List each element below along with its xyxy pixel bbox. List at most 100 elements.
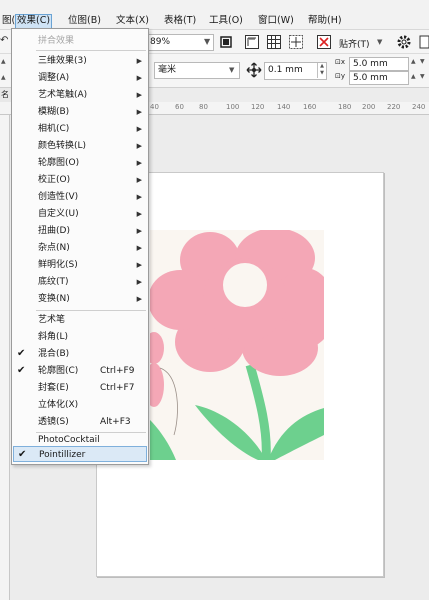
spin-down-icon[interactable]: ▼ xyxy=(420,73,425,80)
menu-item-label: 底纹(T) xyxy=(38,277,69,287)
snap-off-icon[interactable] xyxy=(316,34,332,50)
menu-item-color-transform[interactable]: 颜色转换(L) ▶ xyxy=(12,138,148,154)
menu-item-label: 透镜(S) xyxy=(38,417,69,427)
menu-item-transform[interactable]: 变换(N) ▶ xyxy=(12,291,148,307)
ruler-tick-label: 80 xyxy=(199,103,208,111)
menu-item-custom[interactable]: 自定义(U) ▶ xyxy=(12,206,148,222)
menu-item-label: 校正(O) xyxy=(38,175,71,185)
flower-center xyxy=(223,263,267,307)
submenu-arrow-icon: ▶ xyxy=(136,125,142,133)
menu-item-tools[interactable]: 工具(O) xyxy=(207,14,245,29)
menu-separator xyxy=(36,310,146,311)
menu-item-label: 自定义(U) xyxy=(38,209,79,219)
menu-item-contour-tool[interactable]: ✔ 轮廓图(C) Ctrl+F9 xyxy=(12,363,148,379)
menu-item-label: Pointillizer xyxy=(39,450,86,460)
nudge-spinner[interactable]: ▲ ▼ xyxy=(317,63,326,78)
menu-item-bitmaps[interactable]: 位图(B) xyxy=(66,14,103,29)
submenu-arrow-icon: ▶ xyxy=(136,57,142,65)
units-select[interactable]: 毫米 xyxy=(154,62,240,79)
spin-up-icon[interactable]: ▲ xyxy=(1,58,6,65)
undo-icon[interactable]: ↶ xyxy=(0,35,8,46)
menu-item-blur[interactable]: 模糊(B) ▶ xyxy=(12,104,148,120)
menu-item-envelope[interactable]: 封套(E) Ctrl+F7 xyxy=(12,380,148,396)
ruler-tick-label: 240 xyxy=(412,103,426,111)
submenu-arrow-icon: ▶ xyxy=(136,91,142,99)
menu-item-label: 封套(E) xyxy=(38,383,69,393)
menu-item-label: 相机(C) xyxy=(38,124,70,134)
ruler-tick-label: 200 xyxy=(362,103,376,111)
options-gear-icon[interactable] xyxy=(396,34,412,50)
chevron-down-icon[interactable]: ▼ xyxy=(377,38,382,46)
submenu-arrow-icon: ▶ xyxy=(136,210,142,218)
menu-item-blend[interactable]: ✔ 混合(B) xyxy=(12,346,148,362)
menu-item-creative[interactable]: 创造性(V) ▶ xyxy=(12,189,148,205)
checkmark-icon: ✔ xyxy=(18,449,27,460)
menu-item-table[interactable]: 表格(T) xyxy=(162,14,198,29)
menu-item-label: 颜色转换(L) xyxy=(38,141,87,151)
flower-artwork[interactable] xyxy=(150,230,324,460)
menu-item-extrude[interactable]: 立体化(X) xyxy=(12,397,148,413)
submenu-arrow-icon: ▶ xyxy=(136,159,142,167)
menu-item-text[interactable]: 文本(X) xyxy=(114,14,151,29)
menu-item-label: 三维效果(3) xyxy=(38,56,87,66)
submenu-arrow-icon: ▶ xyxy=(136,193,142,201)
duplicate-x-field[interactable]: 5.0 mm xyxy=(349,57,409,71)
chevron-down-icon[interactable]: ▼ xyxy=(229,66,234,74)
units-value: 毫米 xyxy=(158,65,177,75)
ruler-tick-label: 160 xyxy=(303,103,317,111)
menu-item-bevel[interactable]: 斜角(L) xyxy=(12,329,148,345)
duplicate-x-value: 5.0 mm xyxy=(353,59,388,69)
menu-item-adjust[interactable]: 调整(A) ▶ xyxy=(12,70,148,86)
menu-item-label: 轮廓图(C) xyxy=(38,366,79,376)
menu-item-window[interactable]: 窗口(W) xyxy=(256,14,296,29)
show-rulers-icon[interactable] xyxy=(244,34,260,50)
duplicate-y-field[interactable]: 5.0 mm xyxy=(349,71,409,85)
menu-item-label: 斜角(L) xyxy=(38,332,69,342)
menu-item-artistic-media[interactable]: 艺术笔 xyxy=(12,312,148,328)
effects-menu: 拼合效果 三维效果(3) ▶ 调整(A) ▶ 艺术笔触(A) ▶ 模糊(B) ▶… xyxy=(11,28,149,465)
show-guidelines-icon[interactable] xyxy=(288,34,304,50)
spin-down-icon[interactable]: ▼ xyxy=(420,58,425,65)
launch-icon[interactable] xyxy=(419,34,429,50)
menu-item-noise[interactable]: 杂点(N) ▶ xyxy=(12,240,148,256)
menu-item-label: 杂点(N) xyxy=(38,243,70,253)
submenu-arrow-icon: ▶ xyxy=(136,74,142,82)
checkmark-icon: ✔ xyxy=(17,365,26,376)
spin-down-icon[interactable]: ▲ xyxy=(1,74,6,81)
show-grid-icon[interactable] xyxy=(266,34,282,50)
menu-item-lens[interactable]: 透镜(S) Alt+F3 xyxy=(12,414,148,430)
duplicate-y-value: 5.0 mm xyxy=(353,73,388,83)
menu-item-camera[interactable]: 相机(C) ▶ xyxy=(12,121,148,137)
menu-separator xyxy=(36,50,146,51)
menu-item-3d-effects[interactable]: 三维效果(3) ▶ xyxy=(12,53,148,69)
menu-item-shortcut: Alt+F3 xyxy=(100,417,131,427)
vertical-ruler[interactable] xyxy=(0,115,10,600)
menu-item-texture[interactable]: 底纹(T) ▶ xyxy=(12,274,148,290)
checkmark-icon: ✔ xyxy=(17,348,26,359)
menu-item-sharpen[interactable]: 鲜明化(S) ▶ xyxy=(12,257,148,273)
submenu-arrow-icon: ▶ xyxy=(136,142,142,150)
menu-item-label: 鲜明化(S) xyxy=(38,260,78,270)
chevron-down-icon[interactable]: ▼ xyxy=(204,37,210,46)
spin-up-icon[interactable]: ▲ xyxy=(411,73,416,80)
menu-item-label: 扭曲(D) xyxy=(38,226,70,236)
nudge-distance-field[interactable]: 0.1 mm ▲ ▼ xyxy=(264,62,327,80)
ruler-tick-label: 100 xyxy=(226,103,240,111)
menu-item-help[interactable]: 帮助(H) xyxy=(306,14,344,29)
menu-item-effects[interactable]: 效果(C) xyxy=(15,14,53,29)
snap-to-dropdown[interactable]: 贴齐(T) xyxy=(339,37,370,50)
menu-item-correction[interactable]: 校正(O) ▶ xyxy=(12,172,148,188)
spin-up-icon[interactable]: ▲ xyxy=(411,58,416,65)
menu-item-art-strokes[interactable]: 艺术笔触(A) ▶ xyxy=(12,87,148,103)
full-screen-preview-icon[interactable] xyxy=(219,35,233,49)
nudge-distance-icon xyxy=(246,62,262,78)
menu-item-label: 混合(B) xyxy=(38,349,70,359)
menu-item-contour[interactable]: 轮廓图(O) ▶ xyxy=(12,155,148,171)
submenu-arrow-icon: ▶ xyxy=(136,261,142,269)
submenu-arrow-icon: ▶ xyxy=(136,108,142,116)
menu-item-flatten-effects: 拼合效果 xyxy=(12,33,148,49)
submenu-arrow-icon: ▶ xyxy=(136,278,142,286)
menu-item-distort[interactable]: 扭曲(D) ▶ xyxy=(12,223,148,239)
menu-item-pointillizer[interactable]: ✔ Pointillizer xyxy=(13,446,147,462)
duplicate-y-icon: ⊡y xyxy=(335,72,346,80)
